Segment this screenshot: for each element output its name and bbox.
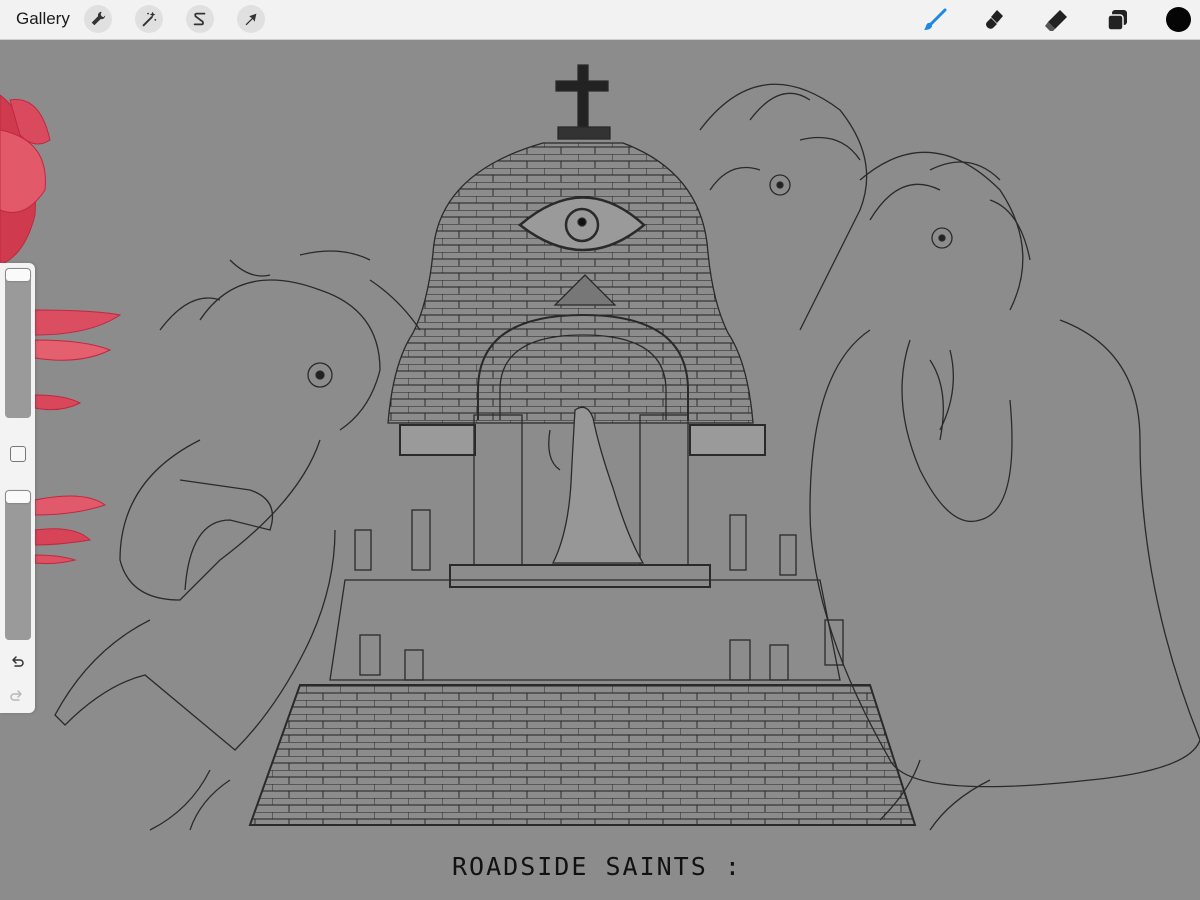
- selection-icon: [193, 12, 206, 26]
- shrine-sketch: [149, 64, 991, 831]
- brush-size-slider[interactable]: [5, 268, 31, 418]
- wrench-icon: [91, 11, 106, 26]
- right-figures-sketch: [699, 83, 1200, 788]
- undo-icon[interactable]: [8, 653, 26, 671]
- square-modify-icon[interactable]: [10, 446, 26, 462]
- artwork-caption: ROADSIDE SAINTS :: [452, 852, 742, 881]
- drawing-canvas[interactable]: ROADSIDE SAINTS :: [0, 40, 1200, 900]
- brush-sidebar: [0, 263, 35, 713]
- layers-icon: [1107, 10, 1127, 31]
- redo-icon[interactable]: [8, 687, 26, 705]
- brush-opacity-thumb[interactable]: [6, 491, 30, 503]
- brush-opacity-slider[interactable]: [5, 490, 31, 640]
- smudge-icon: [986, 10, 1003, 29]
- layers-button[interactable]: [1102, 5, 1132, 35]
- artwork-sketch: [0, 64, 1200, 831]
- eraser-tool-button[interactable]: [1041, 5, 1071, 35]
- eraser-icon: [1045, 10, 1067, 31]
- color-picker-button[interactable]: [1166, 7, 1191, 32]
- gallery-button[interactable]: Gallery: [16, 9, 70, 29]
- brush-icon: [924, 8, 947, 30]
- brush-size-thumb[interactable]: [6, 269, 30, 281]
- actions-button[interactable]: [84, 5, 112, 33]
- top-toolbar: Gallery: [0, 0, 1200, 40]
- selection-button[interactable]: [186, 5, 214, 33]
- transform-arrow-icon: [245, 13, 257, 26]
- magic-wand-icon: [142, 11, 157, 27]
- adjustments-button[interactable]: [135, 5, 163, 33]
- brush-tool-button[interactable]: [920, 5, 950, 35]
- smudge-tool-button[interactable]: [980, 5, 1010, 35]
- transform-button[interactable]: [237, 5, 265, 33]
